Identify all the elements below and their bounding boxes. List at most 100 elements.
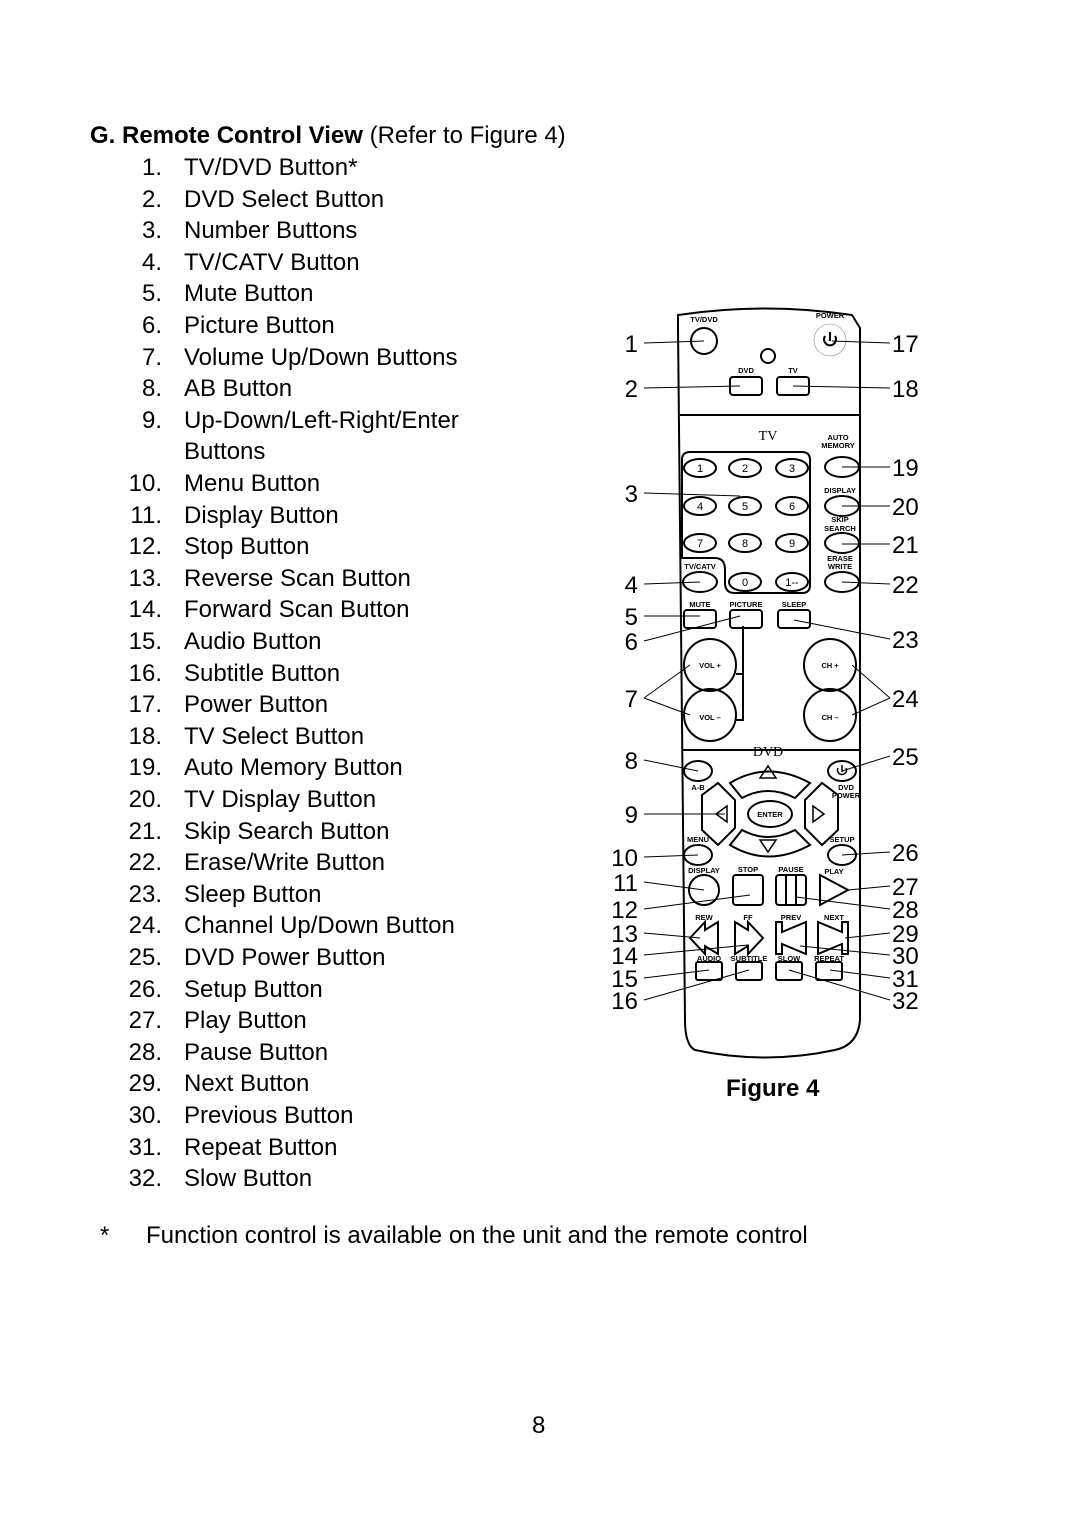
item-number: 12. [128,533,162,561]
section-title: G. Remote Control View [90,122,363,149]
leader-line [795,896,891,910]
item-number: 5. [141,280,162,308]
item-number: 19. [128,754,162,782]
remote-label-prev: PREV [781,913,801,922]
leader-line [788,969,891,1001]
figure-caption: Figure 4 [726,1075,820,1102]
remote-label-pause: PAUSE [778,865,803,874]
remote-label-slow: SLOW [778,954,801,963]
item-label: Display Button [184,501,339,529]
item-number: 26. [128,975,162,1003]
subtitle-button [735,961,763,981]
item-number: 8. [141,375,162,403]
remote-label-rew: REW [695,913,713,922]
page-number: 8 [532,1412,546,1439]
item-label: Auto Memory Button [184,754,403,782]
item-number: 1. [141,154,162,181]
callout-left: 3 [625,481,638,508]
item-number: 9. [141,406,162,434]
down-button [728,828,812,858]
number-key-label: 1 [697,463,703,475]
footnote-marker: * [100,1222,110,1249]
item-number: 20. [128,786,162,813]
callout-left: 12 [611,897,638,924]
section-reference: (Refer to Figure 4) [362,122,566,149]
item-number: 2. [141,185,162,213]
tv-section-label: TV [759,429,778,444]
number-key-label: 0 [742,577,748,589]
item-label: Mute Button [184,280,314,308]
leader-line [643,759,699,772]
remote-label-sleep: SLEEP [782,600,807,609]
remote-label-menu: MENU [687,835,709,844]
picture-bracket [736,626,744,675]
number-key-label: 1-- [785,577,799,589]
callout-right: 25 [892,744,919,771]
section-heading: G. Remote Control View (Refer to Figure … [90,122,566,150]
item-number: 15. [128,628,162,655]
callout-right: 24 [892,686,919,713]
remote-label-tv: TV [788,366,798,375]
number-key-label: 5 [742,501,748,513]
remote-label-erase_2: WRITE [828,562,852,571]
remote-label-next: NEXT [824,913,844,922]
leader-line [851,664,891,699]
remote-control-figure: 1 2 34 5 67 8 90 1-- TV/DVD POWERDVD TVA… [611,307,919,1059]
sleep-button [777,609,811,629]
item-label: Reverse Scan Button [184,564,411,592]
number-key-label: 7 [697,538,703,550]
remote-label-play: PLAY [824,867,843,876]
callout-left: 11 [613,870,638,897]
leader-line [643,581,701,585]
leader-line [792,385,891,389]
item-label: Menu Button [184,470,321,497]
dvd-section-label: DVD [753,745,783,760]
callout-right: 28 [892,897,919,924]
remote-label-setup: SETUP [829,835,854,844]
callout-left: 5 [625,604,638,631]
item-label: Buttons [184,438,266,466]
leader-line [643,881,705,891]
leader-line [844,932,891,939]
leader-line [841,581,891,585]
callout-right: 22 [892,572,919,599]
remote-label-picture: PICTURE [730,600,763,609]
remote-label-ch_down: CH – [821,713,838,722]
callout-left: 7 [625,686,638,713]
number-key-label: 4 [697,501,703,513]
item-label: Play Button [184,1007,307,1035]
callout-left: 2 [625,376,638,403]
item-number: 11. [130,501,162,529]
number-key-label: 8 [742,538,748,550]
remote-label-mute: MUTE [689,600,710,609]
leader-line [643,615,741,642]
leader-line [643,697,691,716]
item-number: 18. [128,722,162,750]
item-number: 28. [128,1038,162,1066]
indicator-led [760,348,776,364]
number-key-label: 6 [789,501,795,513]
item-label: AB Button [184,375,293,403]
callout-right: 26 [892,840,919,867]
item-label: Volume Up/Down Buttons [184,343,458,371]
item-number: 6. [141,312,162,339]
footnote-text: Function control is available on the uni… [146,1222,808,1249]
remote-label-skip_2: SEARCH [824,524,856,533]
up-button [728,770,812,800]
leader-line [851,697,891,716]
item-number: 13. [128,564,162,592]
item-label: Stop Button [184,533,310,561]
item-label: Erase/Write Button [184,849,385,877]
ff-button [734,919,765,957]
callout-left: 6 [625,629,638,656]
remote-label-display: DISPLAY [824,486,856,495]
item-number: 24. [128,912,162,940]
power-icon [823,332,837,347]
remote-label-dvd_power_2: POWER [832,791,861,800]
stop-button [732,874,764,906]
item-label: Subtitle Button [184,659,341,687]
leader-line [643,969,710,979]
item-label: TV/CATV Button [184,248,360,276]
remote-label-power: POWER [816,311,845,320]
item-label: Channel Up/Down Button [184,912,455,940]
